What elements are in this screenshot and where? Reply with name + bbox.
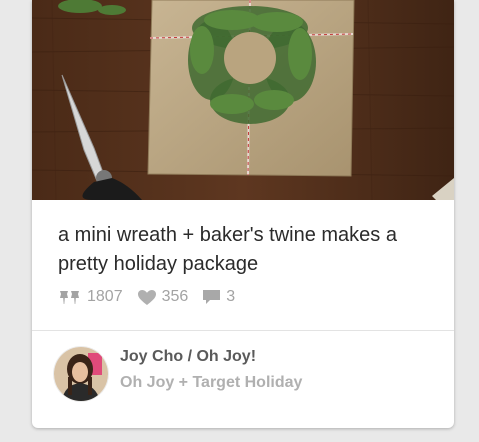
pin-stats: 1807 356 3 — [58, 288, 249, 306]
pin-icon — [60, 291, 79, 304]
board-name[interactable]: Oh Joy + Target Holiday — [120, 372, 302, 394]
card-divider — [32, 330, 454, 331]
avatar[interactable] — [54, 347, 108, 401]
comment-count: 3 — [226, 288, 236, 305]
like-count-stat: 356 — [137, 288, 189, 306]
pin-attribution[interactable]: Joy Cho / Oh Joy! Oh Joy + Target Holida… — [54, 347, 302, 401]
repin-count: 1807 — [87, 288, 123, 305]
repin-count-stat: 1807 — [58, 288, 123, 306]
heart-icon — [137, 289, 156, 305]
pin-card: a mini wreath + baker's twine makes a pr… — [32, 0, 454, 428]
pin-description: a mini wreath + baker's twine makes a pr… — [58, 224, 397, 275]
pin-image[interactable] — [32, 0, 454, 200]
wrapped-gift-photo — [32, 0, 454, 200]
comment-icon — [203, 290, 221, 304]
like-count: 356 — [161, 288, 189, 305]
attribution-text: Joy Cho / Oh Joy! Oh Joy + Target Holida… — [120, 348, 302, 394]
pinner-name[interactable]: Joy Cho / Oh Joy! — [120, 346, 302, 368]
pinner-avatar-image — [54, 347, 108, 401]
comment-count-stat: 3 — [202, 288, 235, 306]
